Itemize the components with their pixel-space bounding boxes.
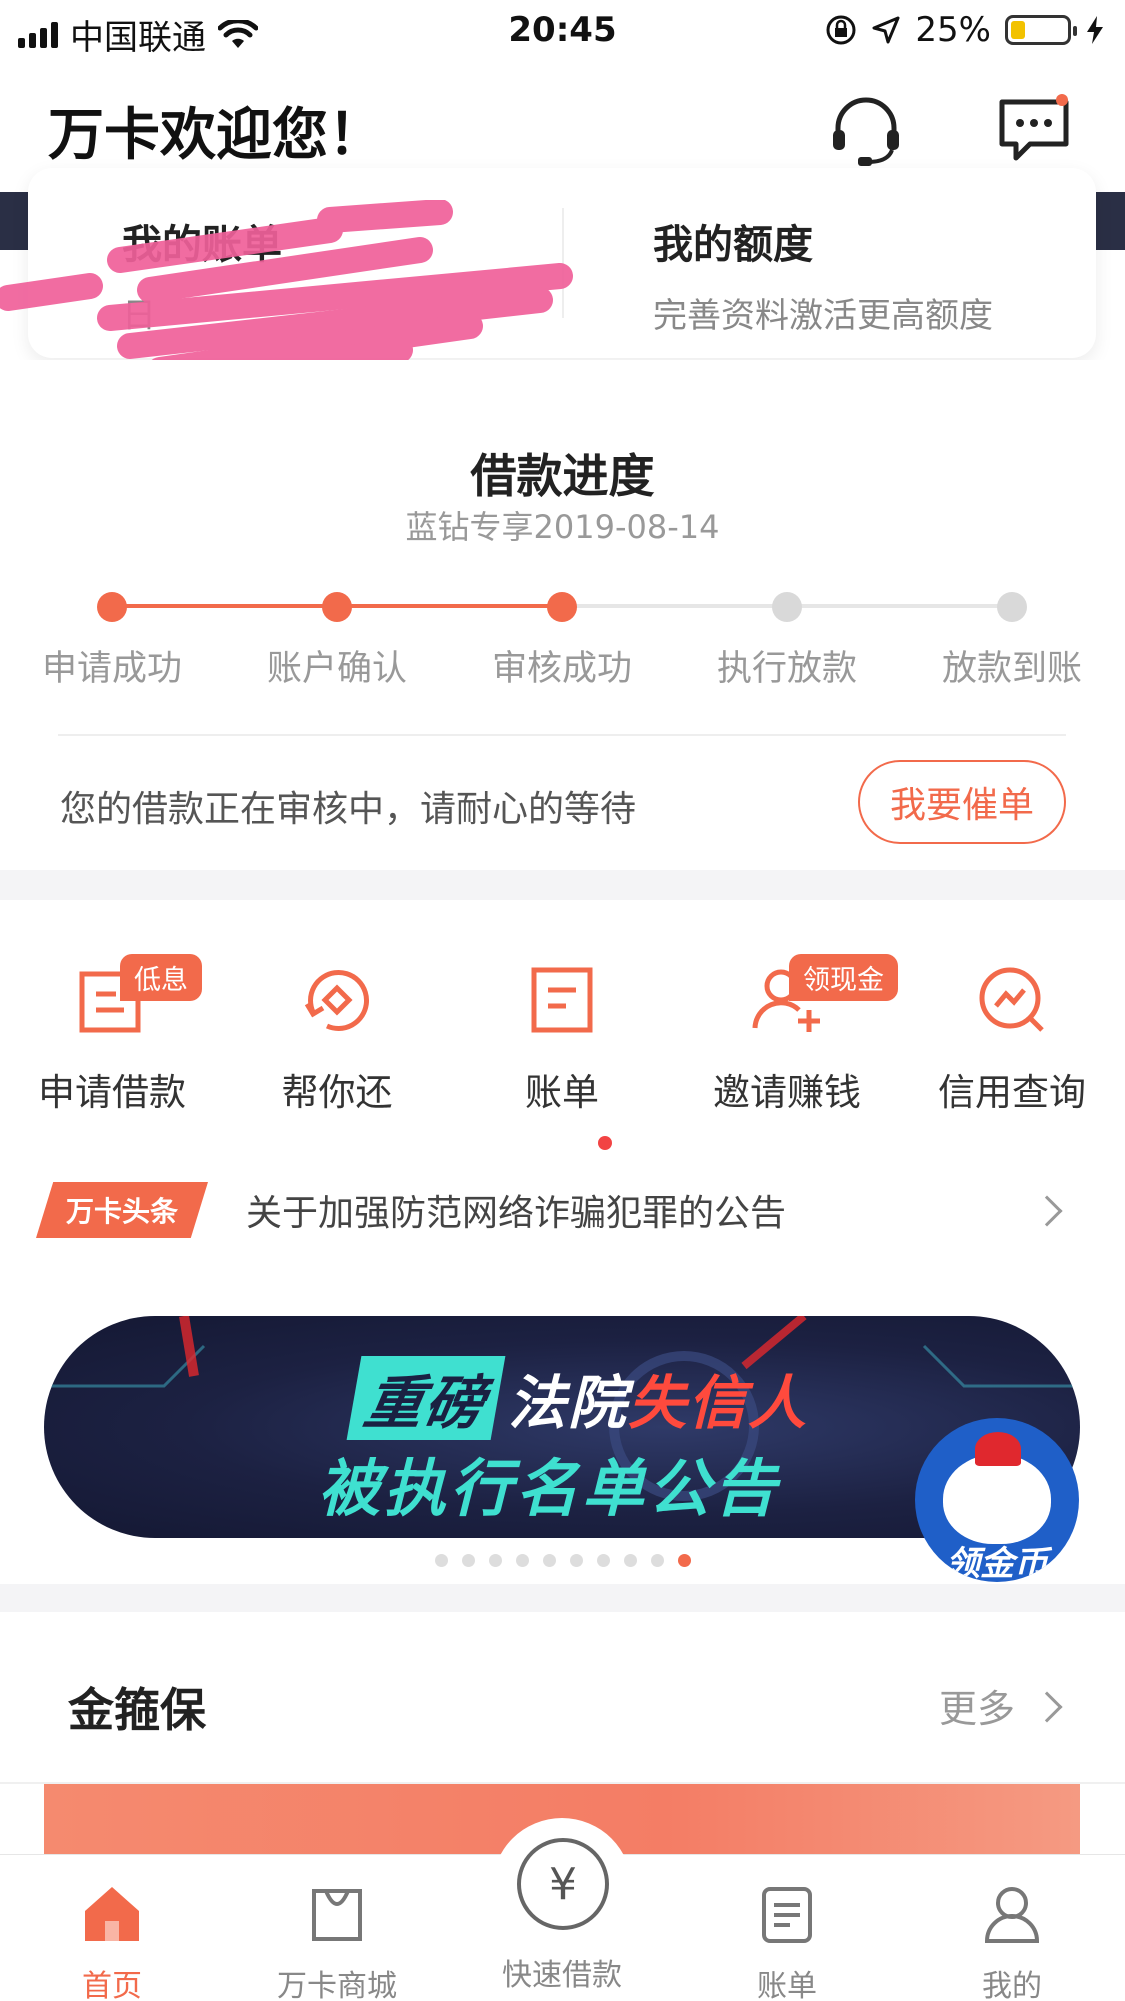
section-gap xyxy=(0,1584,1125,1612)
quick-bill[interactable]: 账单 xyxy=(452,960,672,1150)
quick-credit-query[interactable]: 信用查询 xyxy=(902,960,1122,1116)
progress-subtitle: 蓝钻专享2019-08-14 xyxy=(405,508,720,546)
lucky-cat-icon xyxy=(943,1454,1051,1544)
banner-pager xyxy=(435,1554,691,1567)
tab-mall[interactable]: 万卡商城 xyxy=(237,1883,437,2001)
quick-label: 申请借款 xyxy=(38,1071,186,1114)
shopping-bag-icon xyxy=(312,1889,362,1941)
banner-line1: 重磅 法院失信人 xyxy=(346,1356,809,1440)
battery-icon xyxy=(1005,15,1077,45)
tab-mine[interactable]: 我的 xyxy=(912,1883,1112,2001)
headline-chevron-icon xyxy=(1031,1195,1063,1227)
tab-label: 首页 xyxy=(82,1969,142,2001)
bill-list-icon xyxy=(762,1887,812,1943)
cat-hat xyxy=(975,1432,1021,1466)
step-dot xyxy=(547,592,577,622)
my-quota-title: 我的额度 xyxy=(653,222,813,268)
quick-loan-yen-icon[interactable]: ¥ xyxy=(517,1838,609,1930)
progress-title: 借款进度 xyxy=(470,449,655,503)
quick-entries: 申请借款 低息 帮你还 账单 邀请赚钱 领现金 信用查询 xyxy=(0,900,1125,1210)
banner-tag: 重磅 xyxy=(346,1356,506,1440)
step-label: 执行放款 xyxy=(716,649,857,689)
banner-court: 法院 xyxy=(508,1369,629,1437)
step-dot xyxy=(772,592,802,622)
tab-quick-loan-label[interactable]: 快速借款 xyxy=(462,1950,662,1994)
bill-red-dot xyxy=(598,1136,612,1150)
urge-order-button[interactable]: 我要催单 xyxy=(858,760,1066,844)
pager-dot xyxy=(570,1554,583,1567)
repay-icon xyxy=(304,969,370,1031)
step-label: 账户确认 xyxy=(266,649,407,689)
quick-repay[interactable]: 帮你还 xyxy=(227,960,447,1116)
tab-home[interactable]: 首页 xyxy=(12,1883,212,2001)
low-interest-tag: 低息 xyxy=(120,954,202,1001)
pager-dot xyxy=(489,1554,502,1567)
quick-label: 账单 xyxy=(525,1071,599,1114)
progress-message: 您的借款正在审核中，请耐心的等待 xyxy=(60,789,637,830)
pager-dot xyxy=(516,1554,529,1567)
step-label: 申请成功 xyxy=(41,649,182,689)
pager-dot xyxy=(651,1554,664,1567)
insurance-section: 金箍保 更多 xyxy=(0,1612,1125,1784)
pager-dot xyxy=(462,1554,475,1567)
bill-icon xyxy=(531,967,593,1033)
gold-coin-label: 领金币 xyxy=(946,1544,1048,1582)
section-gap xyxy=(0,870,1125,900)
my-quota-block[interactable]: 我的额度 完善资料激活更高额度 xyxy=(653,212,993,337)
progress-divider xyxy=(58,734,1066,736)
gold-coin-float-button[interactable]: 领金币 xyxy=(915,1418,1079,1582)
quick-label: 信用查询 xyxy=(938,1071,1086,1114)
step-dot xyxy=(322,592,352,622)
quick-apply-loan[interactable]: 申请借款 低息 xyxy=(2,954,222,1116)
pager-dot xyxy=(624,1554,637,1567)
step-dot xyxy=(97,592,127,622)
status-right: 25% xyxy=(825,10,1105,50)
message-icon[interactable] xyxy=(996,92,1072,168)
credit-query-icon xyxy=(979,967,1044,1032)
quick-label: 邀请赚钱 xyxy=(713,1071,861,1114)
tab-label: 万卡商城 xyxy=(277,1969,397,2001)
status-bar: 中国联通 20:45 25% xyxy=(0,0,1125,62)
pager-dot xyxy=(597,1554,610,1567)
tab-label: 我的 xyxy=(982,1969,1042,2001)
user-icon xyxy=(984,1887,1040,1943)
quick-label: 帮你还 xyxy=(281,1071,393,1114)
cash-reward-tag: 领现金 xyxy=(789,954,898,1001)
quick-invite[interactable]: 邀请赚钱 领现金 xyxy=(677,954,898,1116)
pager-dot xyxy=(435,1554,448,1567)
loan-progress-section: 借款进度 蓝钻专享2019-08-14 申请成功 账户确认 审核成功 执行放款 … xyxy=(0,360,1125,868)
insurance-more-link[interactable]: 更多 xyxy=(939,1678,1015,1733)
my-quota-sub: 完善资料激活更高额度 xyxy=(653,296,993,336)
insurance-title: 金箍保 xyxy=(68,1683,206,1737)
headline-text: 关于加强防范网络诈骗犯罪的公告 xyxy=(246,1193,787,1234)
home-icon xyxy=(85,1887,139,1941)
step-dot xyxy=(997,592,1027,622)
pager-dot xyxy=(678,1554,691,1567)
headline-bar[interactable]: 万卡头条 关于加强防范网络诈骗犯罪的公告 xyxy=(0,1170,1125,1280)
charging-icon xyxy=(1087,16,1103,44)
tab-bill[interactable]: 账单 xyxy=(687,1883,887,2001)
rotation-lock-icon xyxy=(826,15,856,45)
more-chevron-icon xyxy=(1031,1691,1063,1723)
welcome-title: 万卡欢迎您！ xyxy=(48,103,384,168)
location-icon xyxy=(872,16,900,44)
step-label: 审核成功 xyxy=(491,649,632,689)
headset-icon[interactable] xyxy=(828,92,904,168)
banner-defaulter: 失信人 xyxy=(628,1369,809,1437)
step-label: 放款到账 xyxy=(941,649,1082,689)
tab-label: 账单 xyxy=(757,1969,817,2001)
banner-line2: 被执行名单公告 xyxy=(318,1452,781,1525)
headline-tag: 万卡头条 xyxy=(36,1182,208,1238)
battery-percent: 25% xyxy=(915,10,991,50)
pager-dot xyxy=(543,1554,556,1567)
